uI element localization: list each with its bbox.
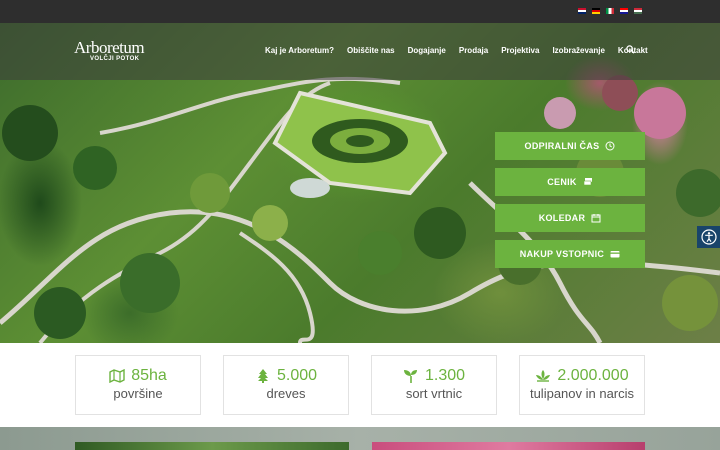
- money-icon: [583, 178, 592, 186]
- stat-value: 5.000: [276, 367, 318, 384]
- pricing-button[interactable]: CENIK: [495, 168, 645, 196]
- stats-section: 85ha površine 5.000 dreves 1.300 sort vr…: [0, 343, 720, 427]
- main-nav: Kaj je Arboretum? Obiščite nas Dogajanje…: [265, 46, 648, 55]
- stat-label: površine: [113, 386, 163, 401]
- stat-card-area: 85ha površine: [75, 355, 201, 415]
- nav-item-events[interactable]: Dogajanje: [408, 46, 446, 55]
- nav-item-projects[interactable]: Projektiva: [501, 46, 539, 55]
- flag-german-icon[interactable]: [592, 8, 600, 14]
- stat-card-roses: 1.300 sort vrtnic: [371, 355, 497, 415]
- seedling-icon: [403, 370, 417, 383]
- nav-item-education[interactable]: Izobraževanje: [552, 46, 604, 55]
- logo-subtitle: VOLČJI POTOK: [90, 56, 140, 62]
- accessibility-icon: [700, 229, 717, 245]
- stat-label: dreves: [266, 386, 306, 401]
- accessibility-button[interactable]: [697, 226, 720, 248]
- nav-item-shop[interactable]: Prodaja: [459, 46, 488, 55]
- opening-hours-label: ODPIRALNI ČAS: [524, 141, 600, 151]
- nav-item-about[interactable]: Kaj je Arboretum?: [265, 46, 334, 55]
- nav-item-visit[interactable]: Obiščite nas: [347, 46, 395, 55]
- flag-italian-icon[interactable]: [606, 8, 614, 14]
- top-bar: [0, 0, 720, 23]
- language-switcher: [578, 8, 642, 14]
- buy-tickets-button[interactable]: NAKUP VSTOPNIC: [495, 240, 645, 268]
- tree-icon: [257, 369, 268, 383]
- pricing-label: CENIK: [547, 177, 577, 187]
- clock-icon: [605, 141, 615, 151]
- stat-label: sort vrtnic: [405, 386, 463, 401]
- news-image-flowers[interactable]: [372, 442, 645, 450]
- news-image-park[interactable]: [75, 442, 349, 450]
- calendar-icon: [591, 214, 601, 223]
- calendar-button[interactable]: KOLEDAR: [495, 204, 645, 232]
- stat-card-trees: 5.000 dreves: [223, 355, 349, 415]
- lotus-icon: [536, 370, 551, 382]
- opening-hours-button[interactable]: ODPIRALNI ČAS: [495, 132, 645, 160]
- stat-value: 85ha: [131, 367, 167, 384]
- stat-value: 2.000.000: [557, 367, 629, 384]
- credit-card-icon: [610, 251, 620, 258]
- stat-card-tulips: 2.000.000 tulipanov in narcis: [519, 355, 645, 415]
- flag-english-icon[interactable]: [578, 8, 586, 14]
- logo-title: Arboretum: [74, 38, 145, 57]
- stat-value: 1.300: [424, 367, 466, 384]
- buy-tickets-label: NAKUP VSTOPNIC: [519, 249, 605, 259]
- flag-hungarian-icon[interactable]: [634, 8, 642, 14]
- stat-label: tulipanov in narcis: [529, 386, 635, 401]
- flag-croatian-icon[interactable]: [620, 8, 628, 14]
- logo[interactable]: Arboretum VOLČJI POTOK: [74, 38, 145, 62]
- search-icon[interactable]: [626, 45, 635, 54]
- calendar-label: KOLEDAR: [538, 213, 586, 223]
- map-icon: [109, 369, 125, 383]
